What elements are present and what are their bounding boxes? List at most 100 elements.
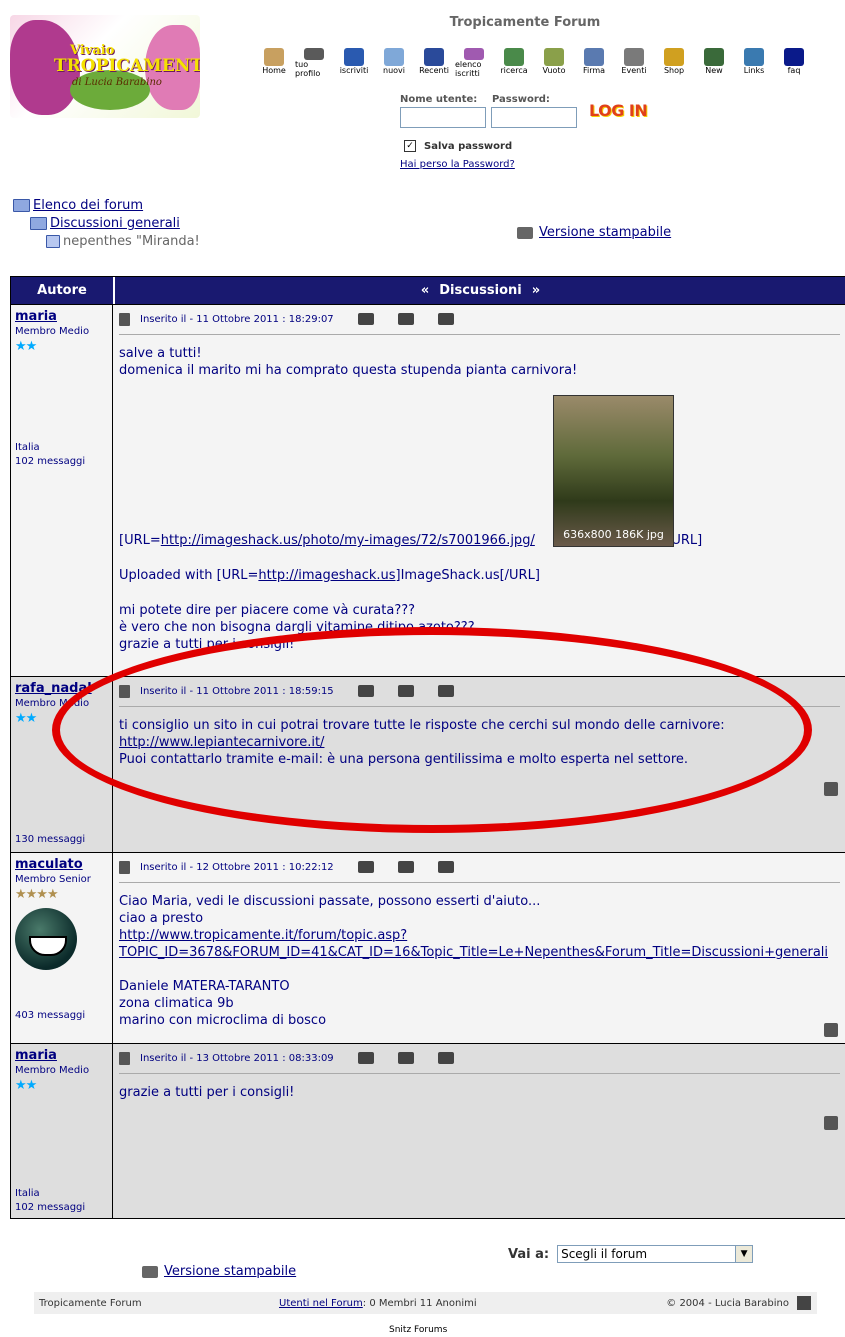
faq-icon <box>784 48 804 66</box>
login-button[interactable]: LOG IN <box>589 101 648 120</box>
table-header: Autore « Discussioni » <box>11 277 845 304</box>
profile-icon[interactable] <box>357 685 374 697</box>
rank-stars-icon: ★★ <box>15 711 37 726</box>
avatar-grin <box>29 936 67 956</box>
email-icon[interactable] <box>397 861 414 873</box>
profile-icon[interactable] <box>357 313 374 325</box>
home-icon <box>264 48 284 66</box>
forum-jump-select[interactable]: Scegli il forum ▼ <box>557 1245 754 1263</box>
breadcrumb-category[interactable]: Discussioni generali <box>50 216 180 231</box>
printer-icon <box>142 1265 158 1278</box>
nav-item-new[interactable]: New <box>695 48 733 78</box>
nav-item-iscriviti[interactable]: iscriviti <box>335 48 373 78</box>
post-icon <box>119 1051 130 1065</box>
goto-label: Vai a: <box>508 1246 550 1262</box>
post-date: Inserito il - 12 Ottobre 2011 : 10:22:12 <box>140 861 334 873</box>
avatar <box>15 908 77 970</box>
author-post-count: 130 messaggi <box>15 834 86 845</box>
quote-reply-icon[interactable] <box>824 1023 838 1037</box>
tropicamente-topic-link-cont[interactable]: TOPIC_ID=3678&FORUM_ID=41&CAT_ID=16&Topi… <box>119 944 840 961</box>
guestbook-icon <box>544 48 564 66</box>
rank-stars-icon: ★★★★ <box>15 887 59 902</box>
nav-item-ricerca[interactable]: ricerca <box>495 48 533 78</box>
tropicamente-topic-link[interactable]: http://www.tropicamente.it/forum/topic.a… <box>119 927 840 944</box>
author-name-link[interactable]: maria <box>15 309 108 324</box>
forum-jump-value: Scegli il forum <box>561 1247 648 1261</box>
post-line: grazie a tutti per i consigli! <box>119 637 295 652</box>
username-input[interactable] <box>400 107 486 128</box>
nav-item-tuo-profilo[interactable]: tuo profilo <box>295 48 333 78</box>
nav-item-eventi[interactable]: Eventi <box>615 48 653 78</box>
new-posts-icon <box>384 48 404 66</box>
nav-item-elenco-iscritti[interactable]: elenco iscritti <box>455 48 493 78</box>
breadcrumb-forum-list[interactable]: Elenco dei forum <box>33 198 143 213</box>
next-topic-icon[interactable]: » <box>532 283 540 298</box>
reply-quote-icon[interactable] <box>437 685 454 697</box>
reply-quote-icon[interactable] <box>437 1052 454 1064</box>
email-icon[interactable] <box>397 1052 414 1064</box>
post-text: grazie a tutti per i consigli! <box>119 1084 840 1101</box>
nav-item-links[interactable]: Links <box>735 48 773 78</box>
nav-item-nuovi[interactable]: nuovi <box>375 48 413 78</box>
email-icon[interactable] <box>397 685 414 697</box>
prev-topic-icon[interactable]: « <box>421 283 429 298</box>
save-password-checkbox[interactable]: ✓ <box>404 140 416 152</box>
plant-photo[interactable]: 636x800 186K jpg <box>553 395 674 547</box>
post-author-cell: rafa_nadal Membro Medio ★★ 130 messaggi <box>11 677 113 852</box>
post-date: Inserito il - 13 Ottobre 2011 : 08:33:09 <box>140 1052 334 1064</box>
quote-reply-icon[interactable] <box>824 1116 838 1130</box>
username-label: Nome utente: <box>400 94 478 105</box>
imageshack-photo-link[interactable]: http://imageshack.us/photo/my-images/72/… <box>161 533 535 548</box>
nav-item-firma[interactable]: Firma <box>575 48 613 78</box>
nav-item-shop[interactable]: Shop <box>655 48 693 78</box>
post-row: maria Membro Medio ★★ Italia 102 messagg… <box>11 1043 845 1218</box>
photo-caption: 636x800 186K jpg <box>563 528 664 541</box>
quote-reply-icon[interactable] <box>824 782 838 796</box>
signature-line: marino con microclima di bosco <box>119 1013 327 1028</box>
logo-leaf <box>70 70 150 110</box>
top-navigation: Home tuo profilo iscriviti nuovi Recenti elen… <box>255 48 813 78</box>
author-name-link[interactable]: maria <box>15 1048 108 1063</box>
nav-item-home[interactable]: Home <box>255 48 293 78</box>
online-users-link[interactable]: Utenti nel Forum <box>279 1298 363 1309</box>
post-line: grazie a tutti per i consigli! <box>119 1085 295 1100</box>
topic-icon <box>46 235 60 248</box>
author-post-count: 403 messaggi <box>15 1010 86 1021</box>
save-password-label: Salva password <box>424 140 513 152</box>
post-icon <box>119 312 130 326</box>
imageshack-link[interactable]: http://imageshack.us <box>258 568 395 583</box>
print-version-link-bottom[interactable]: Versione stampabile <box>164 1264 296 1279</box>
profile-icon[interactable] <box>357 1052 374 1064</box>
topic-table: Autore « Discussioni » maria Membro Medi… <box>10 276 845 1219</box>
reply-quote-icon[interactable] <box>437 313 454 325</box>
nav-item-label: ricerca <box>500 66 528 75</box>
profile-icon <box>304 48 324 60</box>
nav-item-label: Links <box>743 66 765 75</box>
email-icon[interactable] <box>397 313 414 325</box>
post-line: ]ImageShack.us[/URL] <box>395 568 540 583</box>
author-name-link[interactable]: rafa_nadal <box>15 681 108 696</box>
print-version-link[interactable]: Versione stampabile <box>539 225 671 240</box>
post-line: Uploaded with [URL= <box>119 568 259 583</box>
profile-icon[interactable] <box>357 861 374 873</box>
rank-stars-icon: ★★ <box>15 339 37 354</box>
lepiantecarnivore-link[interactable]: http://www.lepiantecarnivore.it/ <box>119 735 324 750</box>
password-input[interactable] <box>491 107 577 128</box>
site-logo[interactable]: Vivaio TROPICAMENTE di Lucia Barabino <box>10 15 200 118</box>
author-rank: Membro Medio <box>15 1065 90 1076</box>
post-body-cell: Inserito il - 12 Ottobre 2011 : 10:22:12… <box>113 853 845 1043</box>
nav-item-label: Recenti <box>419 66 449 75</box>
folder-open-icon <box>13 199 30 212</box>
reply-quote-icon[interactable] <box>437 861 454 873</box>
back-to-top-icon[interactable] <box>797 1296 811 1310</box>
nav-item-vuoto[interactable]: Vuoto <box>535 48 573 78</box>
nav-item-faq[interactable]: faq <box>775 48 813 78</box>
chevron-down-icon[interactable]: ▼ <box>735 1246 753 1262</box>
post-author-cell: maria Membro Medio ★★ Italia 102 messagg… <box>11 305 113 676</box>
nav-item-recenti[interactable]: Recenti <box>415 48 453 78</box>
author-name-link[interactable]: maculato <box>15 857 108 872</box>
post-body-cell: Inserito il - 11 Ottobre 2011 : 18:59:15… <box>113 677 845 852</box>
lost-password-link[interactable]: Hai perso la Password? <box>400 159 515 170</box>
nav-item-label: Home <box>262 66 286 75</box>
nav-item-label: nuovi <box>383 66 405 75</box>
